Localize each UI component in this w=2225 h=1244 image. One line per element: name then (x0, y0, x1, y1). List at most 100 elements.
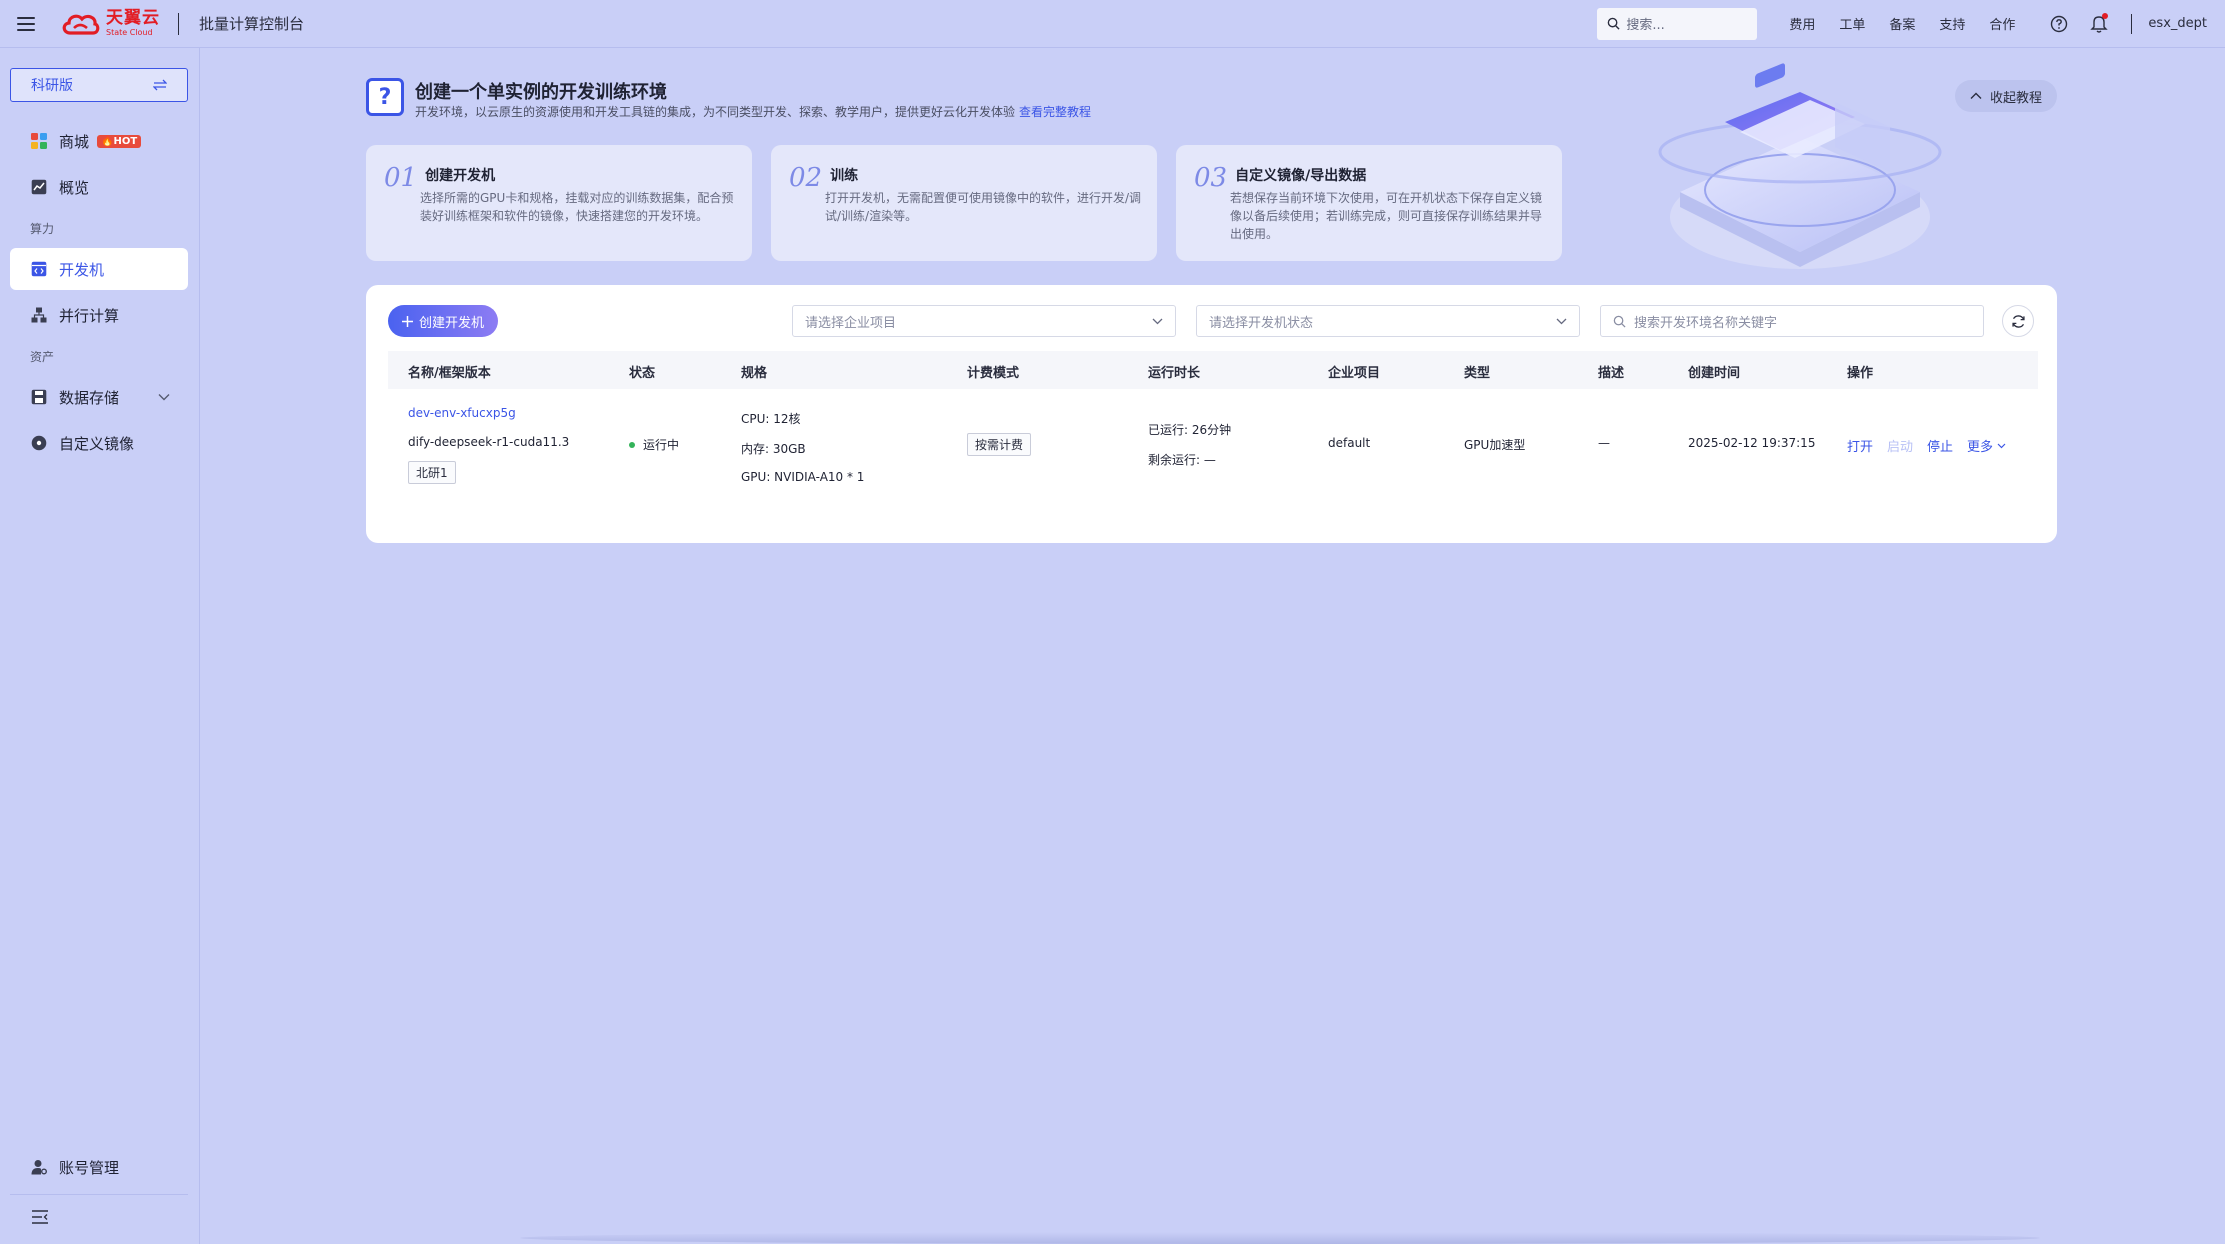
type-value: GPU加速型 (1464, 438, 1526, 452)
question-icon: ? (366, 78, 404, 116)
sidebar-item-custom-image[interactable]: 自定义镜像 (10, 422, 188, 464)
edition-switch-button[interactable]: 科研版 (10, 68, 188, 102)
sidebar-item-parallel[interactable]: 并行计算 (10, 294, 188, 336)
step-description: 选择所需的GPU卡和规格，挂载对应的训练数据集，配合预装好训练框架和软件的镜像，… (420, 191, 734, 223)
step-card-3: 03 自定义镜像/导出数据 若想保存当前环境下次使用，可在开机状态下保存自定义镜… (1176, 145, 1562, 261)
stop-button[interactable]: 停止 (1927, 436, 1953, 455)
top-bar: 天翼云 State Cloud 批量计算控制台 搜索... 费用 工单 备案 支… (0, 0, 2225, 48)
code-window-icon (30, 261, 47, 278)
logo-en-text: State Cloud (106, 28, 153, 37)
project-select[interactable]: 请选择企业项目 (792, 305, 1176, 337)
step-title: 训练 (830, 168, 859, 184)
status-running-dot (629, 442, 635, 448)
run-duration: 已运行: 26分钟 (1148, 423, 1232, 437)
status-select[interactable]: 请选择开发机状态 (1196, 305, 1580, 337)
search-placeholder: 搜索... (1626, 18, 1665, 33)
edition-label: 科研版 (31, 78, 73, 94)
spec-gpu: GPU: NVIDIA-A10 * 1 (741, 470, 865, 484)
step-description: 打开开发机，无需配置便可使用镜像中的软件，进行开发/调试/训练/渲染等。 (825, 191, 1142, 223)
step-number: 02 (789, 163, 823, 193)
table-row: dev-env-xfucxp5g dify-deepseek-r1-cuda11… (388, 389, 2038, 513)
sidebar-item-storage[interactable]: 数据存储 (10, 376, 188, 418)
sidebar-item-label: 商城 (59, 132, 90, 151)
hero-illustration (1658, 63, 1942, 269)
column-header-actions: 操作 (1847, 366, 1874, 381)
sidebar-group-assets: 资产 (30, 350, 55, 364)
sidebar-item-devmachine[interactable]: 开发机 (10, 248, 188, 290)
hierarchy-icon (30, 307, 47, 324)
table-header: 名称/框架版本 状态 规格 计费模式 运行时长 企业项目 类型 描述 创建时间 … (388, 351, 2038, 389)
step-card-2: 02 训练 打开开发机，无需配置便可使用镜像中的软件，进行开发/调试/训练/渲染… (771, 145, 1157, 261)
top-link-ticket[interactable]: 工单 (1839, 14, 1865, 33)
column-header-desc: 描述 (1598, 366, 1625, 381)
more-button[interactable]: 更多 (1967, 436, 1993, 455)
global-search-input[interactable]: 搜索... (1597, 7, 1758, 40)
sidebar-item-label: 并行计算 (59, 306, 120, 325)
dev-machine-panel: 创建开发机 请选择企业项目 请选择开发机状态 搜索开发环境名称关键字 名称/框架… (366, 285, 2057, 543)
start-button[interactable]: 启动 (1887, 436, 1913, 455)
chevron-down-icon (1152, 318, 1163, 324)
step-card-1: 01 创建开发机 选择所需的GPU卡和规格，挂载对应的训练数据集，配合预装好训练… (366, 145, 752, 261)
notification-dot (2102, 12, 2109, 19)
step-number: 03 (1194, 163, 1228, 193)
status-cell: 运行中 (629, 436, 679, 453)
spec-cpu: CPU: 12核 (741, 412, 801, 426)
hot-badge: 🔥HOT (97, 134, 142, 148)
sidebar-item-label: 开发机 (59, 260, 105, 279)
page-title: 创建一个单实例的开发训练环境 (415, 82, 667, 103)
billing-tag: 按需计费 (967, 433, 1032, 456)
create-dev-machine-button[interactable]: 创建开发机 (388, 305, 498, 337)
notification-bell-icon[interactable] (2087, 12, 2111, 36)
sidebar-item-account[interactable]: 账号管理 (10, 1146, 188, 1188)
user-settings-icon (30, 1159, 47, 1176)
sidebar-item-label: 概览 (59, 178, 90, 197)
search-icon (1613, 315, 1626, 328)
refresh-icon (2011, 314, 2025, 328)
bottom-shadow (520, 1232, 2040, 1244)
logo-cn-text: 天翼云 (106, 8, 160, 28)
spec-memory: 内存: 30GB (741, 442, 806, 456)
sidebar: 科研版 商城 🔥HOT 概览 算力 开发机 并行计算 资产 数据存储 自定义镜像… (0, 48, 200, 1244)
top-link-record[interactable]: 备案 (1889, 14, 1915, 33)
column-header-created: 创建时间 (1688, 366, 1741, 381)
disk-save-icon (30, 389, 47, 406)
chevron-down-icon (1556, 318, 1567, 324)
column-header-billing: 计费模式 (967, 366, 1020, 381)
status-select-placeholder: 请选择开发机状态 (1209, 315, 1314, 331)
step-title: 自定义镜像/导出数据 (1235, 168, 1367, 184)
top-link-partner[interactable]: 合作 (1989, 14, 2015, 33)
collapse-tutorial-label: 收起教程 (1989, 90, 2042, 106)
sidebar-item-label: 数据存储 (59, 388, 120, 407)
refresh-button[interactable] (2002, 305, 2034, 337)
create-button-label: 创建开发机 (418, 315, 484, 331)
collapse-tutorial-button[interactable]: 收起教程 (1955, 80, 2057, 112)
env-name-link[interactable]: dev-env-xfucxp5g (408, 406, 516, 420)
disc-icon (30, 435, 47, 452)
env-search-input[interactable]: 搜索开发环境名称关键字 (1600, 305, 1984, 337)
region-tag: 北研1 (408, 461, 456, 484)
chevron-down-icon (1997, 443, 2006, 448)
help-icon[interactable] (2047, 12, 2071, 36)
top-link-billing[interactable]: 费用 (1789, 14, 1815, 33)
column-header-name: 名称/框架版本 (408, 366, 491, 381)
column-header-project: 企业项目 (1328, 366, 1381, 381)
project-value: default (1328, 436, 1371, 450)
grid-apps-icon (30, 133, 47, 150)
desc-value: — (1598, 436, 1610, 450)
console-title: 批量计算控制台 (199, 15, 305, 33)
tutorial-link[interactable]: 查看完整教程 (1019, 105, 1091, 119)
env-search-placeholder: 搜索开发环境名称关键字 (1634, 315, 1778, 331)
sidebar-item-mall[interactable]: 商城 🔥HOT (10, 120, 188, 162)
collapse-sidebar-icon[interactable] (32, 1210, 48, 1228)
sidebar-item-overview[interactable]: 概览 (10, 166, 188, 208)
top-link-support[interactable]: 支持 (1939, 14, 1965, 33)
user-name[interactable]: esx_dept (2148, 16, 2207, 31)
menu-icon[interactable] (0, 0, 52, 48)
search-icon (1608, 17, 1620, 30)
logo[interactable]: 天翼云 State Cloud (60, 10, 160, 37)
cloud-logo-icon (62, 14, 100, 35)
chart-icon (30, 179, 47, 196)
open-button[interactable]: 打开 (1847, 436, 1873, 455)
step-title: 创建开发机 (425, 168, 496, 184)
sidebar-item-label: 自定义镜像 (59, 434, 135, 453)
